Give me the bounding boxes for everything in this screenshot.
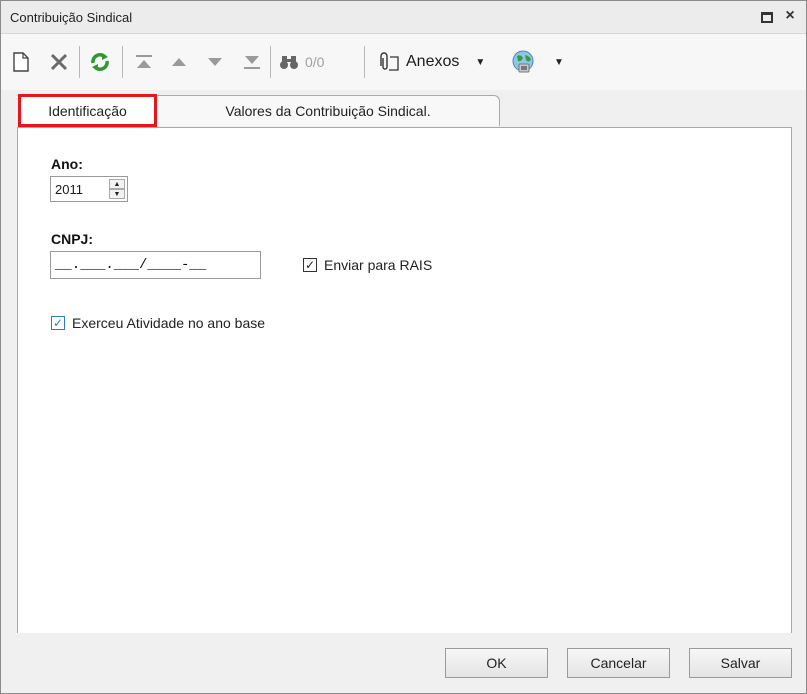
ano-label: Ano: (51, 156, 83, 172)
tab-identificacao[interactable]: Identificação (18, 94, 157, 127)
first-record-icon[interactable] (133, 50, 155, 74)
button-bar: OK Cancelar Salvar (1, 633, 806, 693)
exerceu-atividade-label: Exerceu Atividade no ano base (72, 315, 266, 331)
tab-valores[interactable]: Valores da Contribuição Sindical. (156, 95, 500, 126)
close-icon[interactable]: × (783, 8, 797, 24)
cnpj-label: CNPJ: (51, 231, 94, 247)
ano-spinner[interactable]: 2011 ▲ ▼ (50, 176, 128, 202)
checkmark-icon[interactable]: ✓ (303, 258, 317, 272)
previous-record-icon[interactable] (168, 50, 190, 74)
cnpj-field[interactable]: __.___.___/____-__ (50, 251, 261, 279)
attachments-label: Anexos (406, 53, 460, 70)
window-title: Contribuição Sindical (10, 10, 133, 25)
attachments-button[interactable]: Anexos ▼ (376, 50, 494, 74)
checkmark-icon[interactable]: ✓ (51, 316, 65, 330)
globe-button[interactable]: ▼ (510, 50, 570, 74)
maximize-icon[interactable] (759, 9, 773, 23)
next-record-icon[interactable] (204, 50, 226, 74)
record-counter: 0/0 (305, 54, 325, 70)
cancel-button[interactable]: Cancelar (567, 648, 670, 678)
chevron-down-icon: ▼ (554, 56, 564, 68)
ano-value: 2011 (55, 182, 83, 197)
delete-icon[interactable] (46, 50, 72, 74)
dialog-window: Contribuição Sindical × 0/0 Anexos ▼ ▼ V… (0, 0, 807, 694)
globe-icon (512, 50, 534, 73)
paperclip-icon (380, 52, 399, 71)
tab-label: Valores da Contribuição Sindical. (225, 103, 431, 119)
enviar-rais-checkbox[interactable]: ✓ Enviar para RAIS (303, 257, 432, 273)
title-bar: Contribuição Sindical × (1, 1, 806, 34)
refresh-icon[interactable] (87, 50, 113, 74)
tab-label: Identificação (48, 102, 127, 119)
enviar-rais-label: Enviar para RAIS (324, 257, 433, 273)
identificacao-panel: Ano: 2011 ▲ ▼ CNPJ: __.___.___/____-__ ✓… (17, 127, 792, 634)
exerceu-atividade-checkbox[interactable]: ✓ Exerceu Atividade no ano base (51, 315, 265, 331)
spin-up-icon[interactable]: ▲ (109, 179, 125, 189)
save-button[interactable]: Salvar (689, 648, 792, 678)
last-record-icon[interactable] (241, 50, 263, 74)
new-document-icon[interactable] (10, 50, 32, 74)
toolbar: 0/0 Anexos ▼ ▼ (1, 34, 806, 90)
binoculars-icon[interactable] (278, 50, 300, 74)
ok-button[interactable]: OK (445, 648, 548, 678)
spin-down-icon[interactable]: ▼ (109, 189, 125, 199)
chevron-down-icon: ▼ (475, 56, 486, 68)
